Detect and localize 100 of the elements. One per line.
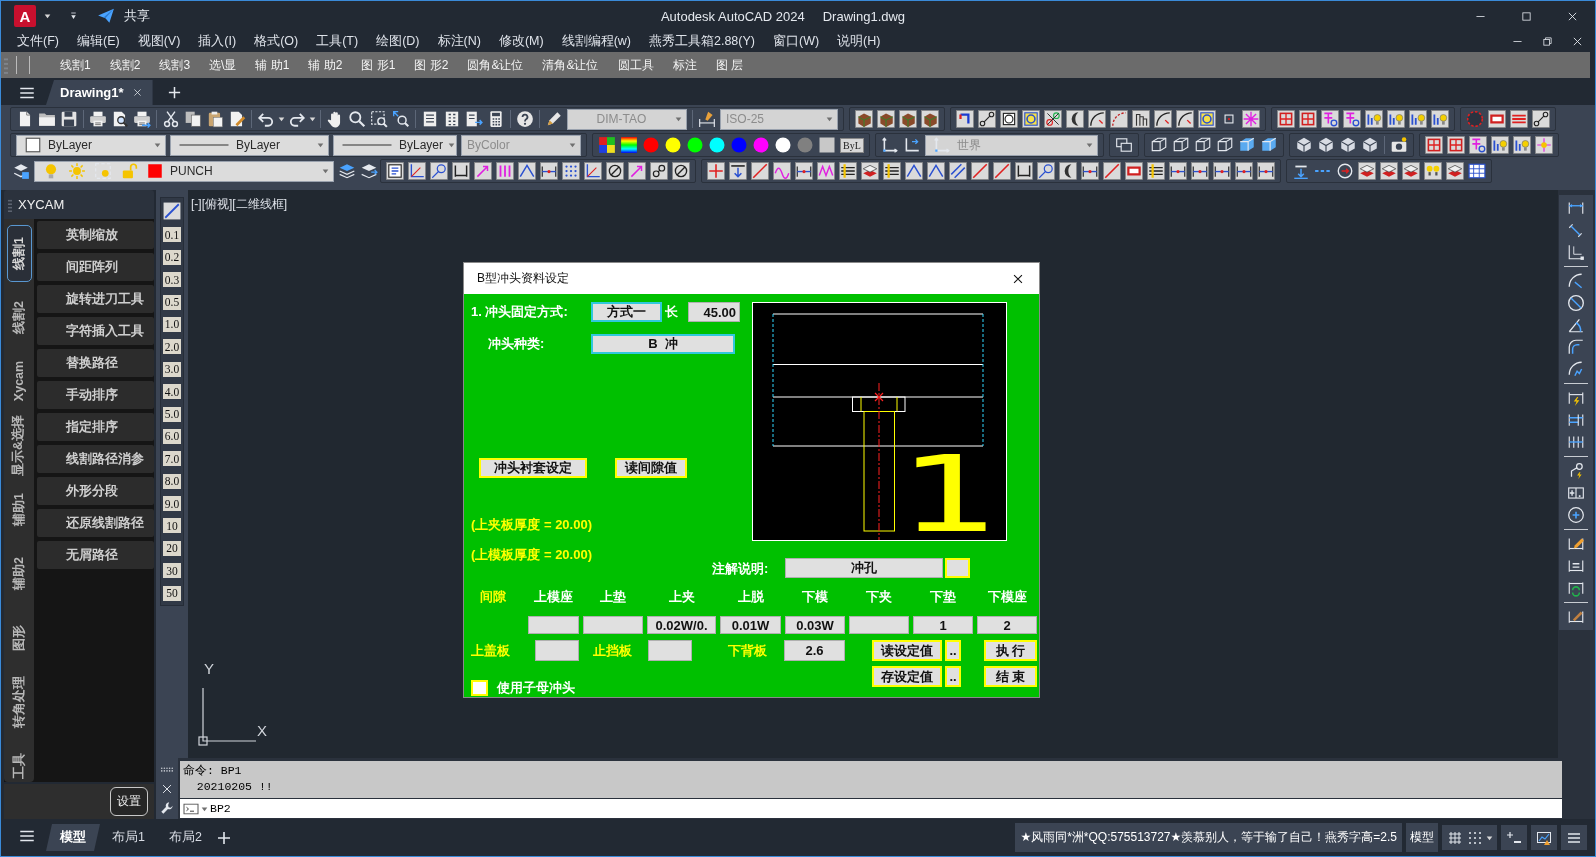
share-button[interactable]: 共享 <box>124 7 150 25</box>
menu-item[interactable]: 绘图(D) <box>367 33 429 50</box>
diagonal-line-icon[interactable] <box>163 202 181 220</box>
palette-button[interactable]: 英制缩放 <box>37 221 154 249</box>
dimension-tile-icon[interactable] <box>540 162 558 180</box>
stacked-windows-icon[interactable] <box>1114 136 1133 154</box>
menu-item[interactable]: 工具(T) <box>307 33 368 50</box>
dimension-pen-icon[interactable] <box>698 110 716 128</box>
diagonal-tile-icon[interactable] <box>993 162 1011 180</box>
cube-icon[interactable] <box>1193 136 1212 154</box>
punch-type-button[interactable]: B 冲 <box>591 334 735 354</box>
camera-icon[interactable] <box>1389 136 1408 154</box>
list-panel-icon[interactable] <box>421 110 439 128</box>
color-dropdown[interactable]: ByLayer <box>16 134 166 156</box>
block-tile-icon[interactable] <box>877 110 895 128</box>
printer-arrow-icon[interactable] <box>133 110 151 128</box>
toolbar-item[interactable]: 圆角&让位 <box>467 56 524 74</box>
dashed-circle-icon[interactable] <box>1466 110 1484 128</box>
scale-button[interactable]: 2.0 <box>163 339 181 355</box>
scale-button[interactable]: 1.0 <box>163 316 181 332</box>
color-swatch-icon[interactable] <box>819 137 835 153</box>
wave-tile-icon[interactable] <box>773 162 791 180</box>
palette-button[interactable]: 线割路径消参 <box>37 445 154 473</box>
crescent-tile-icon[interactable] <box>1059 162 1077 180</box>
palette-tab[interactable]: 图形 <box>7 617 31 657</box>
circle-slash-tile-icon[interactable] <box>672 162 690 180</box>
scale-button[interactable]: 5.0 <box>163 406 181 422</box>
zigzag-tile-icon[interactable] <box>817 162 835 180</box>
sparkle-tile-icon[interactable] <box>1534 136 1553 154</box>
linked-nodes-tile-icon[interactable] <box>1532 110 1550 128</box>
search-icon[interactable] <box>348 110 366 128</box>
double-diagonal-tile-icon[interactable] <box>949 162 967 180</box>
clearance-field[interactable] <box>849 616 909 634</box>
dimension-refresh-icon[interactable] <box>1567 579 1585 597</box>
bulb-tile-icon[interactable] <box>1490 136 1509 154</box>
cross-tile-icon[interactable] <box>707 162 725 180</box>
scale-button[interactable]: 3.0 <box>163 361 181 377</box>
palette-tab[interactable]: 辅助2 <box>7 549 31 597</box>
cube-icon[interactable] <box>1149 136 1168 154</box>
clearance-field[interactable]: 0.02W/0. <box>647 616 716 634</box>
layers-tile-icon[interactable] <box>1446 162 1464 180</box>
arc-tile-icon[interactable] <box>1154 110 1172 128</box>
command-prompt-icon[interactable] <box>183 801 199 816</box>
menu-item[interactable]: 修改(M) <box>489 33 553 50</box>
arrow-tile-icon[interactable] <box>628 162 646 180</box>
stripes-tile-icon[interactable] <box>839 162 857 180</box>
dimension-tile-icon[interactable] <box>1213 162 1231 180</box>
color-swatch-icon[interactable] <box>775 137 791 153</box>
panel-arrow-icon[interactable] <box>465 110 483 128</box>
toolbar-item[interactable]: 图 形2 <box>414 56 449 74</box>
palette-button[interactable]: 旋转进刀工具 <box>37 285 154 313</box>
clearance-field[interactable]: 0.03W <box>785 616 845 634</box>
peak-tile-icon[interactable] <box>927 162 945 180</box>
toolbar-item[interactable]: 线割3 <box>159 56 191 74</box>
arc-tile-icon[interactable] <box>1088 110 1106 128</box>
menu-item[interactable]: 插入(I) <box>189 33 246 50</box>
palette-button[interactable]: 替换路径 <box>37 349 154 377</box>
layers-tile-icon[interactable] <box>1358 162 1376 180</box>
restore-icon[interactable] <box>1541 35 1554 48</box>
grid-icon[interactable] <box>1447 829 1463 846</box>
color-grid-icon[interactable] <box>598 136 616 154</box>
layers-tile-icon[interactable] <box>861 162 879 180</box>
cube-icon[interactable] <box>1171 136 1190 154</box>
isometric-cube-icon[interactable] <box>1294 136 1313 154</box>
layers-tile-icon[interactable] <box>1402 162 1420 180</box>
plate-field[interactable] <box>535 640 579 661</box>
split-square-tile-icon[interactable] <box>1299 110 1317 128</box>
down-arrow-tile-icon[interactable] <box>729 162 747 180</box>
axes-tile-icon[interactable] <box>408 162 426 180</box>
redo-icon[interactable] <box>288 110 306 128</box>
menu-item[interactable]: 格式(O) <box>245 33 308 50</box>
circle-diameter-icon[interactable] <box>1567 294 1585 312</box>
bracket-tile-icon[interactable] <box>1015 162 1033 180</box>
palette-tab[interactable]: 线割2 <box>7 293 31 341</box>
layer-dropdown[interactable]: PUNCH <box>34 160 334 182</box>
diagonal-tile-icon[interactable] <box>751 162 769 180</box>
palette-tab[interactable]: 显示&选择 <box>7 407 31 483</box>
block-tile-icon[interactable] <box>921 110 939 128</box>
clearance-field[interactable] <box>583 616 643 634</box>
ordinate-axes-icon[interactable] <box>1567 243 1585 261</box>
clearance-field[interactable] <box>528 616 579 634</box>
plus-icon[interactable] <box>166 85 182 100</box>
split-square-tile-icon[interactable] <box>1424 136 1443 154</box>
scale-button[interactable]: 10 <box>163 518 181 534</box>
color-swatch-icon[interactable] <box>753 137 769 153</box>
toolbar-item[interactable]: 圆工具 <box>617 56 654 74</box>
menu-item[interactable]: 编辑(E) <box>67 33 129 50</box>
arc-jog-icon[interactable] <box>1567 360 1585 378</box>
bulb-tile-icon[interactable] <box>1365 110 1383 128</box>
dimension-tile-icon[interactable] <box>795 162 813 180</box>
maximize-icon[interactable] <box>1519 9 1533 23</box>
color-swatch-icon[interactable] <box>687 137 703 153</box>
gradient-icon[interactable] <box>620 136 638 154</box>
crosshair-box-icon[interactable] <box>1567 484 1585 502</box>
lines-frame-tile-icon[interactable] <box>386 162 404 180</box>
settings-file-button[interactable]: 读设定值 <box>872 640 942 661</box>
starburst-tile-icon[interactable] <box>1242 110 1260 128</box>
lightning-dimension-icon[interactable] <box>1567 389 1585 407</box>
arc-dimension-icon[interactable] <box>1567 272 1585 290</box>
menu-item[interactable]: 线割编程(w) <box>552 33 640 50</box>
